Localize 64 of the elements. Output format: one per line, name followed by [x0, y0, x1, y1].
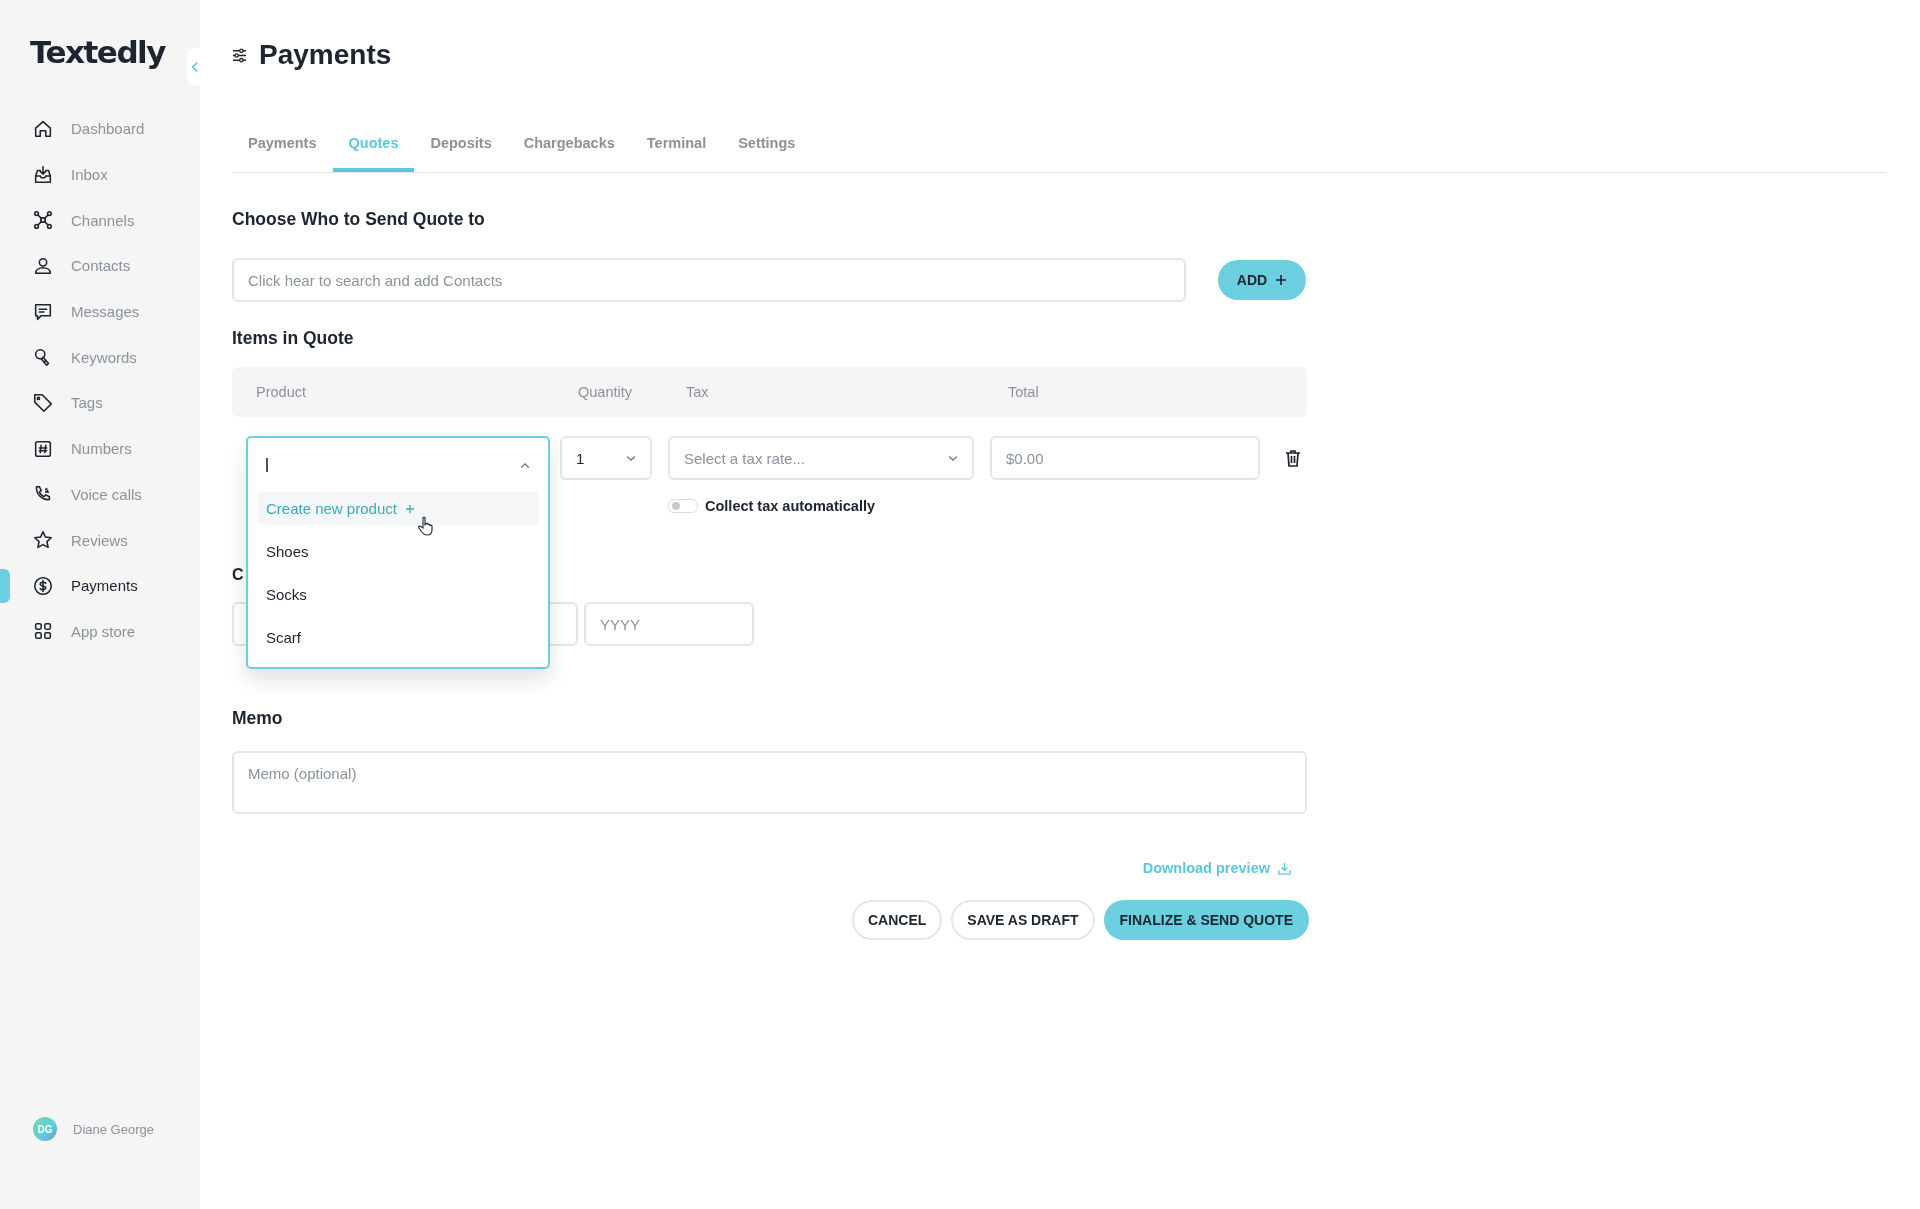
pointer-hand-icon	[418, 516, 434, 536]
inbox-icon	[32, 163, 54, 186]
sidebar-item[interactable]: Contacts	[0, 243, 200, 289]
chevron-left-icon	[190, 61, 199, 73]
download-icon	[1278, 861, 1291, 875]
sidebar-item[interactable]: Channels	[0, 197, 200, 244]
menu-option[interactable]: Shoes	[258, 530, 538, 573]
download-link[interactable]: Download preview	[1142, 860, 1291, 876]
sidebar-item[interactable]: App store	[0, 608, 200, 655]
product-dropdown[interactable]: Create new product Shoes Socks Scarf	[246, 436, 550, 669]
add-button[interactable]: ADD	[1218, 260, 1306, 300]
search-field[interactable]: Click hear to search and add Contacts	[232, 258, 1186, 302]
year-field[interactable]: YYYY	[584, 602, 754, 646]
tab[interactable]: Chargebacks	[507, 117, 631, 172]
action-button[interactable]: FINALIZE & SEND QUOTE	[1103, 900, 1309, 940]
column-header: Product	[256, 384, 306, 400]
column-header: Total	[1008, 384, 1039, 400]
column-header: Tax	[686, 384, 709, 400]
page-title: Payments	[259, 39, 392, 71]
quantity-select[interactable]: 1	[560, 436, 652, 480]
user-avatar[interactable]: DG	[33, 1117, 57, 1141]
column-header: Quantity	[578, 384, 632, 400]
section-heading: Choose Who to Send Quote to	[232, 209, 486, 230]
logo: Textedly	[30, 34, 165, 70]
tag-icon	[32, 391, 54, 414]
chevron-down-icon	[948, 454, 958, 462]
dollar-icon	[32, 574, 54, 597]
tab[interactable]: Terminal	[630, 117, 723, 172]
sidebar-item[interactable]: Dashboard	[0, 106, 200, 152]
sidebar-item[interactable]: Inbox	[0, 151, 200, 198]
chevron-down-icon	[626, 454, 636, 462]
sidebar-item[interactable]: Payments	[0, 562, 200, 609]
tab[interactable]: Payments	[232, 117, 333, 172]
toggle-switch[interactable]	[668, 499, 698, 513]
memo-field[interactable]: Memo (optional)	[232, 751, 1307, 814]
section-heading: C	[232, 566, 245, 584]
action-button[interactable]: CANCEL	[851, 900, 943, 940]
menu-option[interactable]: Create new product	[258, 492, 538, 525]
sidebar-item[interactable]: Tags	[0, 380, 200, 426]
sidebar-item[interactable]: Voice calls	[0, 471, 200, 518]
section-heading: Memo	[232, 708, 284, 729]
text-cursor-icon	[266, 458, 268, 472]
caret-icon	[520, 461, 530, 469]
sidebar-item[interactable]: Messages	[0, 288, 200, 335]
sidebar-item[interactable]: Keywords	[0, 334, 200, 381]
total-field[interactable]: $0.00	[990, 436, 1260, 480]
sidebar-item[interactable]: Reviews	[0, 517, 200, 563]
user-name: Diane George	[73, 1121, 154, 1137]
sidebar-item[interactable]: Numbers	[0, 425, 200, 472]
plus-icon	[1275, 274, 1288, 286]
tab[interactable]: Quotes	[332, 117, 415, 172]
plus-icon	[404, 503, 415, 514]
toggle-label: Collect tax automatically	[705, 498, 876, 514]
menu-option[interactable]: Socks	[258, 573, 538, 616]
active-indicator	[0, 568, 10, 603]
section-heading: Items in Quote	[232, 328, 355, 349]
tab[interactable]: Settings	[722, 117, 812, 172]
tab[interactable]: Deposits	[414, 117, 508, 172]
action-button[interactable]: SAVE AS DRAFT	[951, 900, 1095, 940]
sliders-icon[interactable]	[232, 47, 247, 63]
menu-option[interactable]: Scarf	[258, 616, 538, 659]
network-icon	[32, 209, 54, 232]
trash-icon[interactable]	[1285, 449, 1301, 467]
tax-select[interactable]: Select a tax rate...	[668, 436, 974, 480]
